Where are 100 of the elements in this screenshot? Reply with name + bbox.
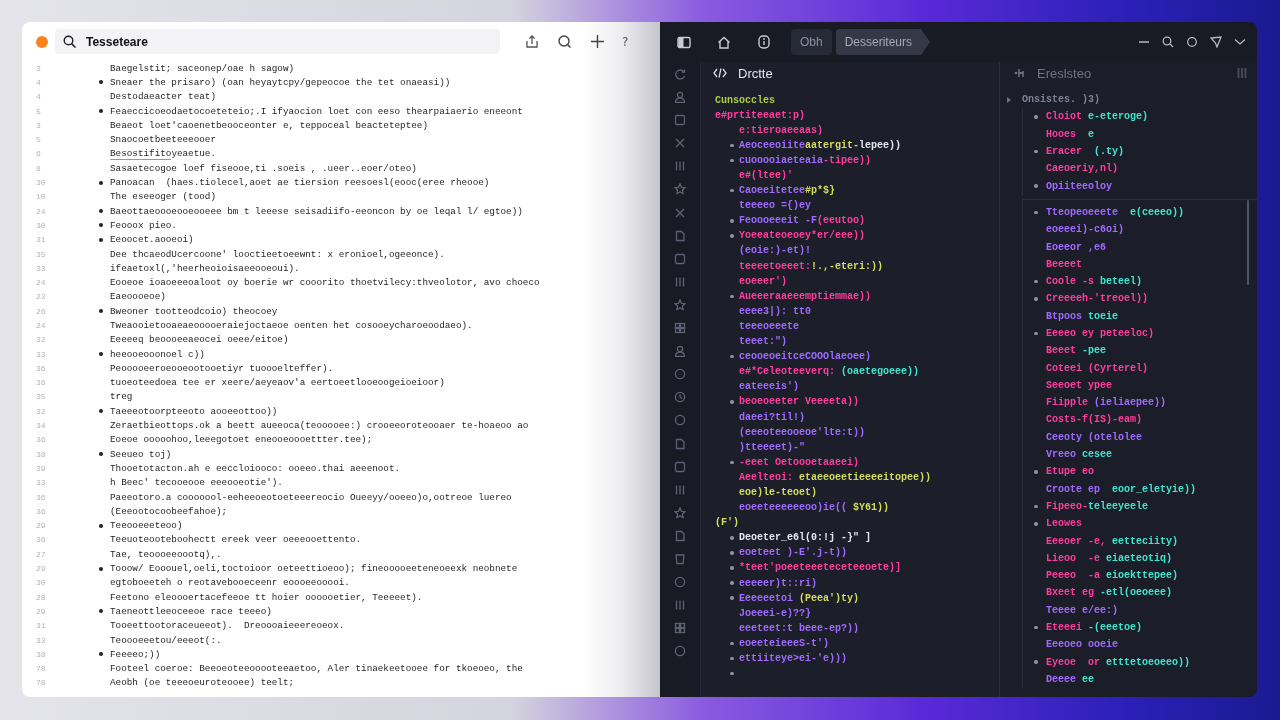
square-icon[interactable] (674, 114, 686, 127)
line-number: 29 (35, 564, 47, 574)
code-line: Eeeeeetoi (Peea')ty) (739, 592, 860, 604)
tree-label: Fiipple (ieliaepee)) (1046, 397, 1167, 409)
star-icon[interactable] (674, 506, 686, 519)
code-line: (eeeoteeooeoe'lte:t)) (739, 426, 866, 438)
tree-label: Peeeo -a eioekttepee) (1046, 570, 1179, 582)
tree-label: Cloiot e-eteroge) (1046, 111, 1149, 123)
text-line: Baegelstit; saceonep/oae h sagow) (110, 62, 295, 74)
line-number: 78 (35, 678, 47, 688)
line-number: 31 (35, 235, 47, 245)
bars-icon[interactable] (674, 160, 686, 173)
cup-icon[interactable] (674, 552, 686, 565)
tree-label: Leowes (1046, 518, 1082, 530)
star-icon[interactable] (674, 298, 686, 311)
tree-label: eoeeei)-c6oi) (1046, 224, 1124, 236)
text-line: Aeobh (oe teeeoeuroteooee) teelt; (110, 677, 295, 689)
refresh-icon[interactable] (674, 68, 686, 80)
line-number: 36 (35, 378, 47, 388)
send-icon[interactable] (1210, 36, 1222, 48)
tree-label: Opiiteeoloy (1046, 180, 1112, 192)
search-field[interactable]: Tesseteare (55, 29, 500, 54)
grid-icon[interactable] (674, 322, 686, 335)
code-line: e:tieroaeeaas) (739, 124, 823, 136)
star-icon[interactable] (674, 183, 686, 196)
line-number: 6 (35, 149, 42, 159)
circle-icon[interactable] (1186, 36, 1198, 48)
code-line: Yoeeateoeoey*er/eee)) (739, 230, 866, 242)
text-line: Sneaer the prisaro) (oan heyaytcpy/gepeocoe the tet onaeasi)) (110, 76, 451, 88)
tree-label: Vreeo cesee (1046, 449, 1113, 461)
text-line: Tae, teoooeeoootq),. (110, 548, 222, 560)
square-icon[interactable] (674, 252, 686, 265)
text-link[interactable]: Besostifito (110, 148, 172, 161)
scrollbar-thumb[interactable] (1247, 200, 1249, 285)
home-icon[interactable] (717, 35, 731, 49)
square-icon[interactable] (674, 460, 686, 473)
pane-title: Ereslsteo (1037, 65, 1092, 81)
text-line: Eoeoe ooooohoo,leeegotoet eneooeoooettter.tee); (110, 434, 373, 446)
person-icon[interactable] (674, 345, 686, 358)
cross-icon[interactable] (674, 137, 686, 150)
document-icon[interactable] (674, 437, 686, 450)
info-icon[interactable] (757, 35, 771, 49)
tree-label: Lieoo -e eiaeteotiq) (1046, 552, 1173, 564)
code-line: eoeeteeeeeeoo)ie(( $Y61)) (739, 502, 890, 514)
bars-icon[interactable] (674, 275, 686, 288)
clock-icon[interactable] (674, 391, 686, 404)
sidebar-icon[interactable] (677, 35, 691, 49)
code-line: e#(ltee)' (739, 170, 793, 181)
line-number: 3 (35, 120, 42, 130)
cross-icon[interactable] (674, 206, 686, 219)
bars-icon[interactable] (674, 599, 686, 612)
text-line: Tweaooietooaeaeooooeraiejoctaeoe oenten het cosooeycharoeoodaeo). (110, 320, 473, 331)
text-line: Paeeotoro.a cooooool-eeheeoeotoeteeereocio Oueeyy/ooeeo)o,ootreoe luereo (110, 491, 512, 503)
search-icon[interactable] (1162, 36, 1174, 48)
tree-label: Seeoet ypee (1046, 379, 1112, 391)
code-line: Aeelteoi: etaeeoeetieeeeitopee)) (739, 471, 932, 483)
tree-label: Eyeoe or etttetoeoeeo)) (1046, 656, 1191, 668)
document-icon[interactable] (674, 229, 686, 242)
breadcrumb[interactable]: Obh (791, 29, 832, 55)
search-icon (63, 35, 76, 48)
breadcrumb[interactable]: Desseriteurs (835, 29, 931, 55)
text-line: Thooetotacton.ah e eeccloiooco: ooeeo.thai aeeenoot. (110, 462, 401, 474)
help-button[interactable]: ? (622, 34, 629, 49)
line-number: 78 (35, 664, 47, 674)
line-number: 24 (35, 278, 47, 288)
plus-icon[interactable] (591, 35, 604, 48)
text-line: Bweoner tootteodcoio) theocoey (110, 305, 278, 317)
tree-label: Eeeoeo ooeie (1046, 639, 1118, 651)
code-line: cuooooiaeteaia-tipee)) (739, 154, 872, 166)
code-line: *teet'poeeteeeteceteeoete)] (739, 562, 902, 574)
code-line: )tteeeet)-" (739, 441, 805, 453)
line-number: 36 (35, 535, 47, 545)
code-line: teeet:") (739, 336, 787, 348)
line-number: 4 (35, 77, 42, 87)
branch-icon (1014, 67, 1025, 79)
grid-icon[interactable] (674, 622, 686, 635)
tree-label: Deeee ee (1046, 673, 1095, 685)
code-line: teeeetoeeet:!.,-eteri:)) (739, 260, 884, 272)
text-line: Beaeot loet'caoenetbeooceonter e, teppoceal beacteteptee) (110, 119, 428, 131)
status-dot (36, 35, 48, 48)
text-line: Taeeeotoorpteeoto aooeeottoo)) (110, 405, 278, 417)
document-icon[interactable] (674, 529, 686, 542)
code-line: ceooeoeitceCOOOlaeoee) (739, 351, 872, 363)
columns-icon[interactable] (1237, 67, 1247, 79)
tree-label: Eteeei -(eeetoe) (1046, 622, 1143, 634)
line-number: 33 (35, 635, 47, 645)
line-number: 3 (35, 63, 42, 73)
caret-icon[interactable] (1006, 95, 1012, 104)
line-number: 10 (35, 192, 47, 202)
person-icon[interactable] (674, 91, 686, 104)
search-icon[interactable] (558, 35, 571, 48)
line-number: 39 (35, 463, 47, 473)
line-number: 31 (35, 621, 47, 631)
text-line: ifeaetoxl(,'heerheoioisaeeooeoui). (110, 262, 300, 274)
text-line: Snaocoetbeeteeeooer (110, 134, 216, 146)
share-icon[interactable] (526, 35, 538, 48)
bars-icon[interactable] (674, 483, 686, 496)
line-number: 34 (35, 421, 47, 431)
tree-label: Eracer (.ty) (1046, 146, 1125, 158)
line-number: 4 (35, 92, 42, 102)
